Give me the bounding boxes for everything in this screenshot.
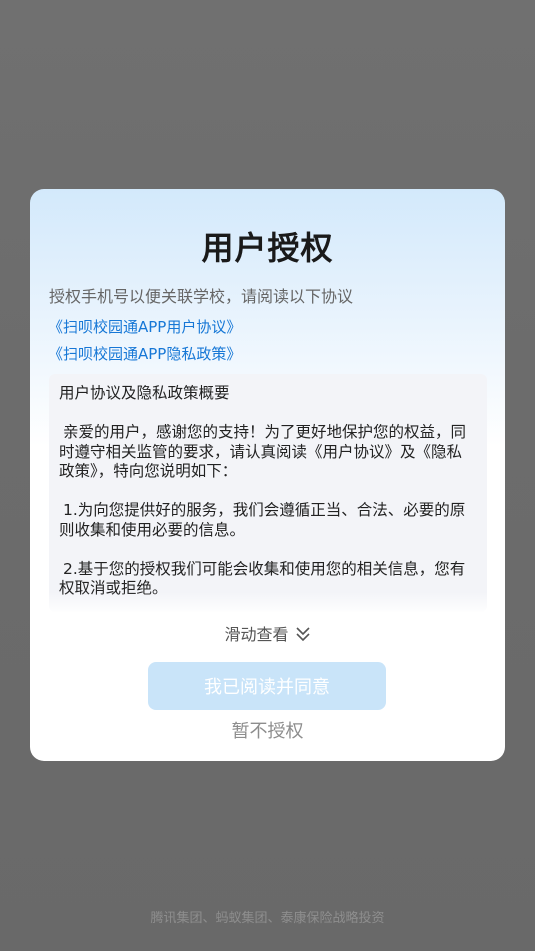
summary-paragraph: 1.为向您提供好的服务，我们会遵循正当、合法、必要的原则收集和使用必要的信息。 [59,501,466,539]
user-authorization-dialog: 用户授权 授权手机号以便关联学校，请阅读以下协议 《扫呗校园通APP用户协议》 … [30,189,505,761]
dialog-title: 用户授权 [201,229,334,267]
privacy-policy-link[interactable]: 《扫呗校园通APP隐私政策》 [48,343,241,364]
summary-fade-overlay [49,592,487,614]
agree-button[interactable]: 我已阅读并同意 [148,662,386,710]
scroll-hint[interactable]: 滑动查看 [30,621,505,645]
scroll-hint-label: 滑动查看 [224,625,289,644]
double-chevron-down-icon [295,627,310,642]
summary-heading: 用户协议及隐私政策概要 [59,384,230,402]
dialog-subtitle: 授权手机号以便关联学校，请阅读以下协议 [49,287,354,306]
user-agreement-link[interactable]: 《扫呗校园通APP用户协议》 [48,316,241,337]
decline-button[interactable]: 暂不授权 [30,717,505,743]
summary-paragraph: 亲爱的用户，感谢您的支持！为了更好地保护您的权益，同时遵守相关监管的要求，请认真… [59,423,467,480]
agreement-summary-scroll-area[interactable]: 用户协议及隐私政策概要 亲爱的用户，感谢您的支持！为了更好地保护您的权益，同时遵… [49,374,487,612]
footer-investor-text: 腾讯集团、蚂蚁集团、泰康保险战略投资 [150,911,385,926]
